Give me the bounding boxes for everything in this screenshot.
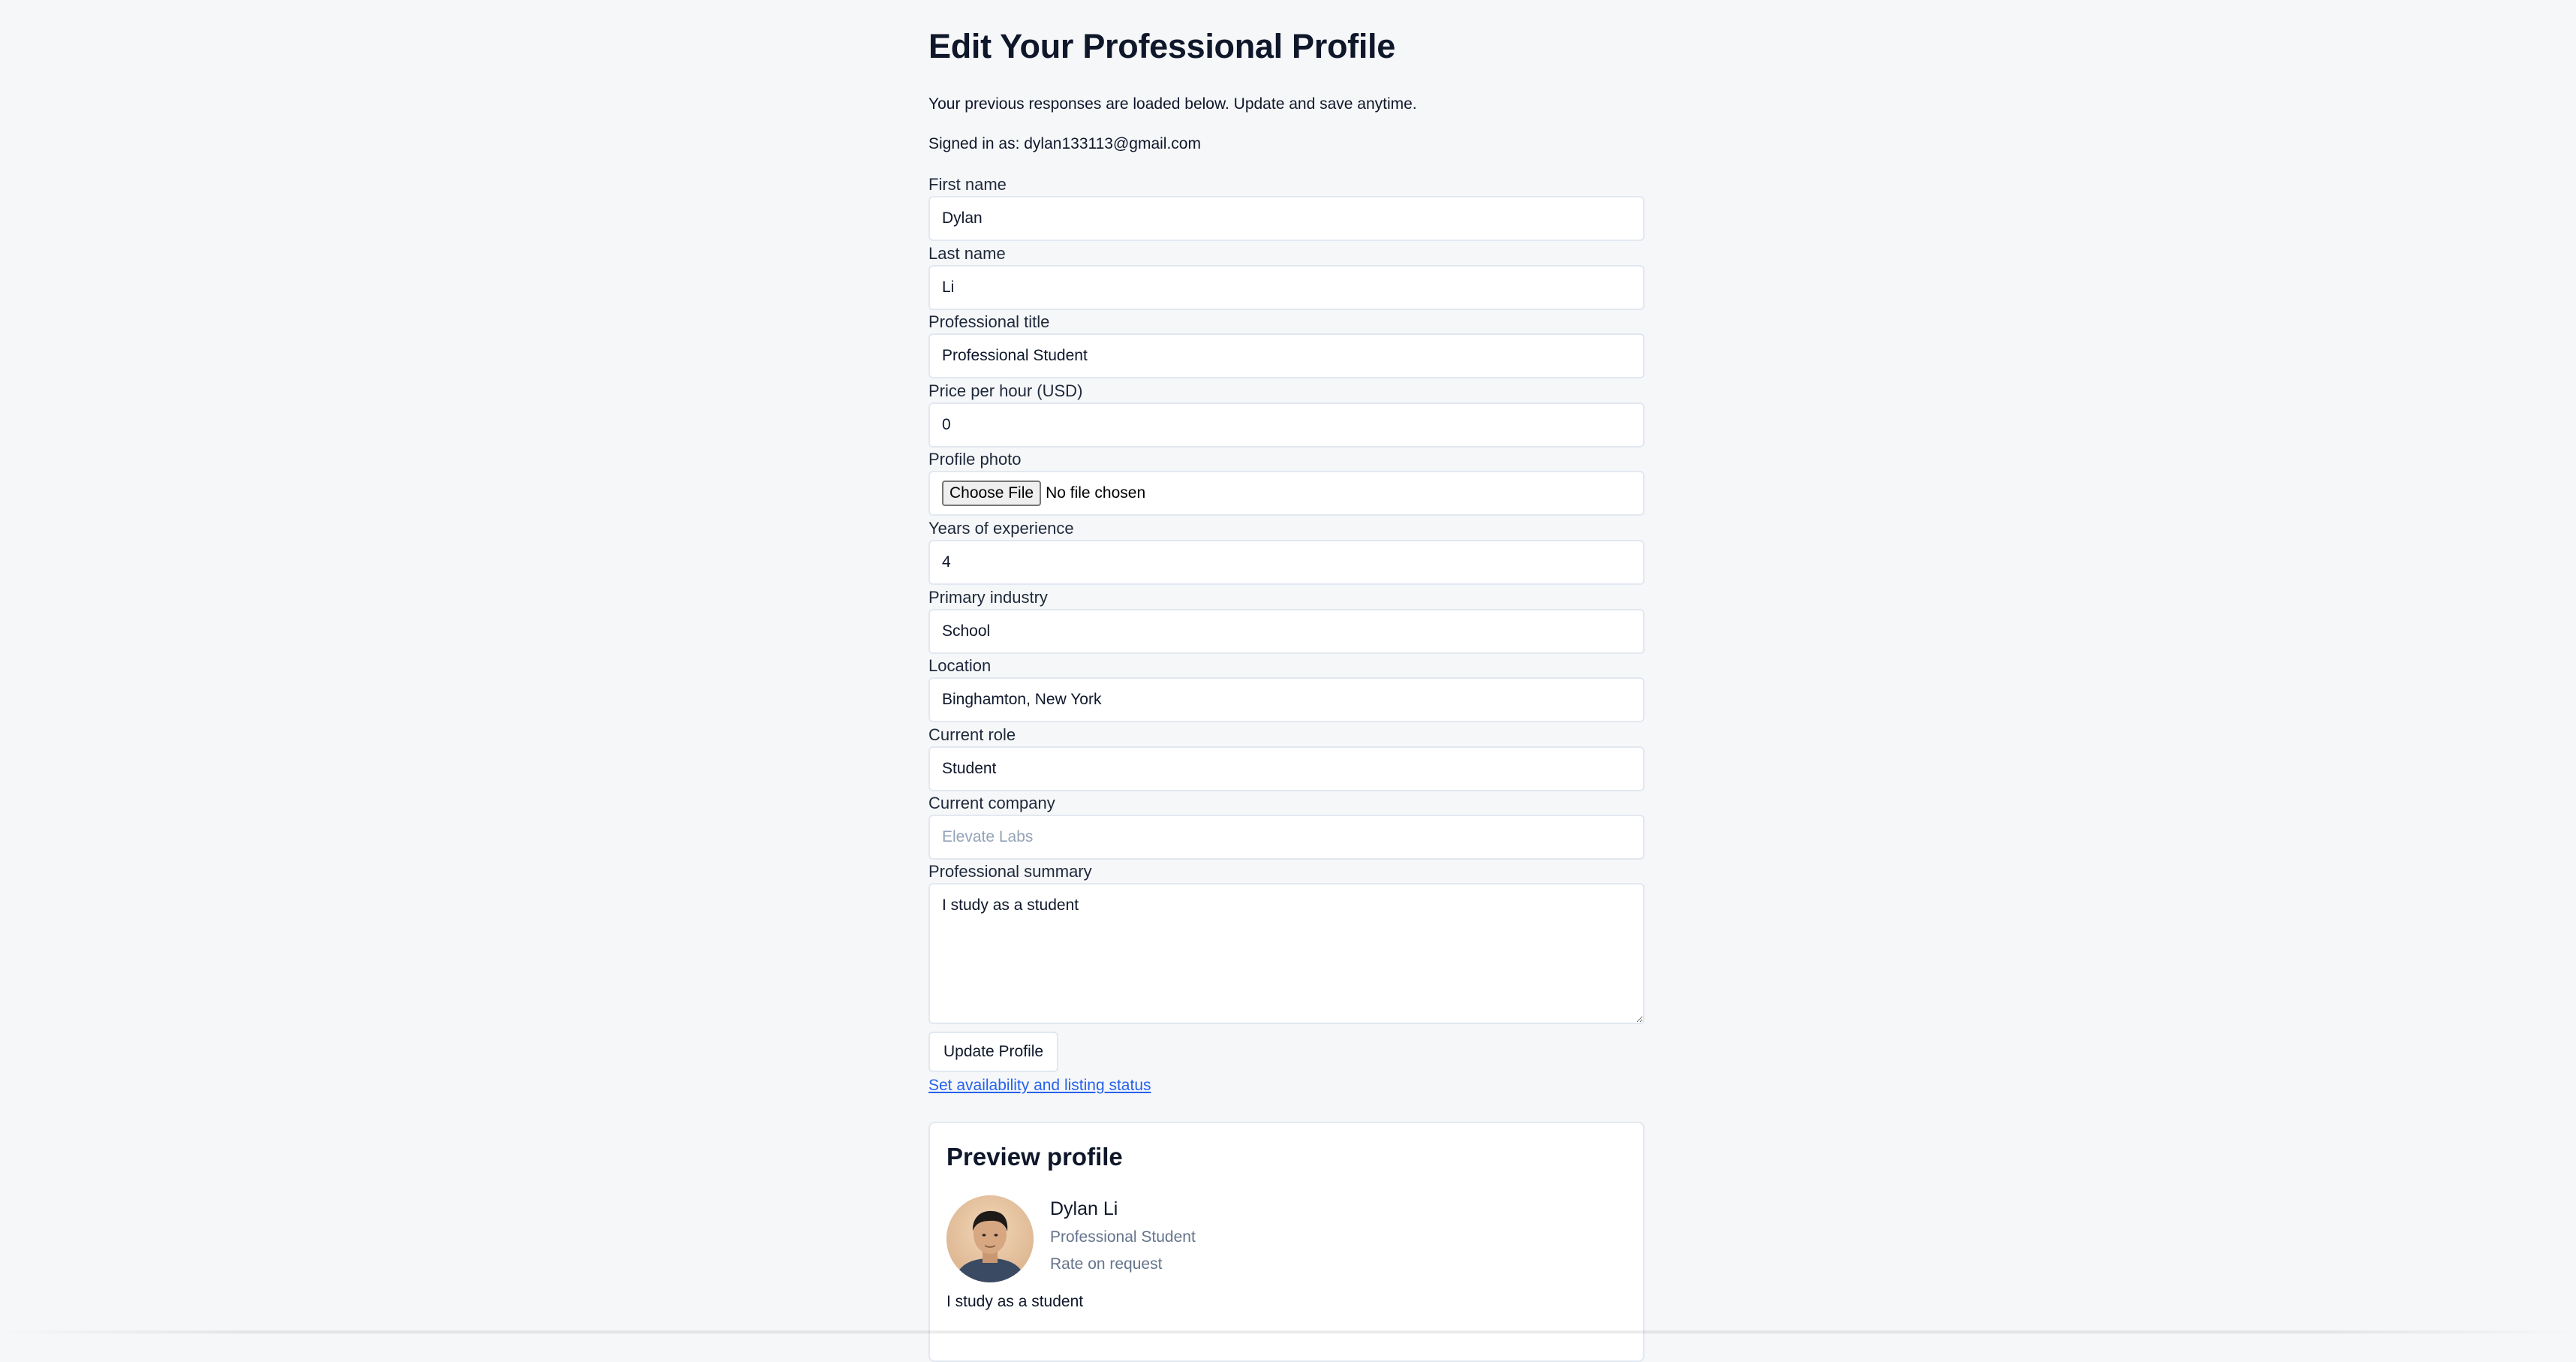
choose-file-button[interactable]: Choose File bbox=[942, 481, 1041, 506]
availability-link[interactable]: Set availability and listing status bbox=[928, 1077, 1151, 1095]
preview-profile-card: Preview profile Dylan Li Profe bbox=[928, 1122, 1645, 1362]
preview-name: Dylan Li bbox=[1050, 1198, 1118, 1220]
first-name-label: First name bbox=[928, 175, 1007, 194]
last-name-input[interactable] bbox=[928, 265, 1645, 310]
professional-title-input[interactable] bbox=[928, 333, 1645, 378]
years-experience-input[interactable] bbox=[928, 540, 1645, 585]
location-label: Location bbox=[928, 656, 991, 676]
preview-rate: Rate on request bbox=[1050, 1255, 1162, 1273]
first-name-input[interactable] bbox=[928, 196, 1645, 241]
bottom-edge-shadow bbox=[0, 1330, 2576, 1333]
update-profile-button[interactable]: Update Profile bbox=[928, 1032, 1058, 1072]
signed-in-text: Signed in as: dylan133113@gmail.com bbox=[928, 135, 1201, 153]
primary-industry-input[interactable] bbox=[928, 609, 1645, 654]
avatar-photo bbox=[946, 1195, 1034, 1282]
primary-industry-label: Primary industry bbox=[928, 588, 1048, 607]
preview-summary: I study as a student bbox=[946, 1293, 1083, 1311]
intro-text: Your previous responses are loaded below… bbox=[928, 95, 1417, 113]
last-name-label: Last name bbox=[928, 244, 1006, 264]
profile-photo-label: Profile photo bbox=[928, 450, 1022, 469]
location-input[interactable] bbox=[928, 677, 1645, 722]
current-company-label: Current company bbox=[928, 794, 1055, 813]
preview-professional-title: Professional Student bbox=[1050, 1228, 1196, 1246]
preview-title: Preview profile bbox=[946, 1143, 1123, 1171]
profile-photo-field: Choose File No file chosen bbox=[928, 471, 1645, 516]
price-per-hour-label: Price per hour (USD) bbox=[928, 381, 1082, 401]
current-role-input[interactable] bbox=[928, 746, 1645, 791]
current-role-label: Current role bbox=[928, 725, 1016, 745]
price-per-hour-input[interactable] bbox=[928, 402, 1645, 447]
years-experience-label: Years of experience bbox=[928, 519, 1074, 538]
current-company-input[interactable] bbox=[928, 815, 1645, 860]
professional-summary-label: Professional summary bbox=[928, 862, 1092, 881]
file-status-text: No file chosen bbox=[1046, 484, 1145, 502]
professional-summary-textarea[interactable]: I study as a student bbox=[928, 883, 1645, 1024]
professional-title-label: Professional title bbox=[928, 312, 1049, 332]
avatar bbox=[946, 1195, 1034, 1282]
page-title: Edit Your Professional Profile bbox=[928, 27, 1395, 66]
